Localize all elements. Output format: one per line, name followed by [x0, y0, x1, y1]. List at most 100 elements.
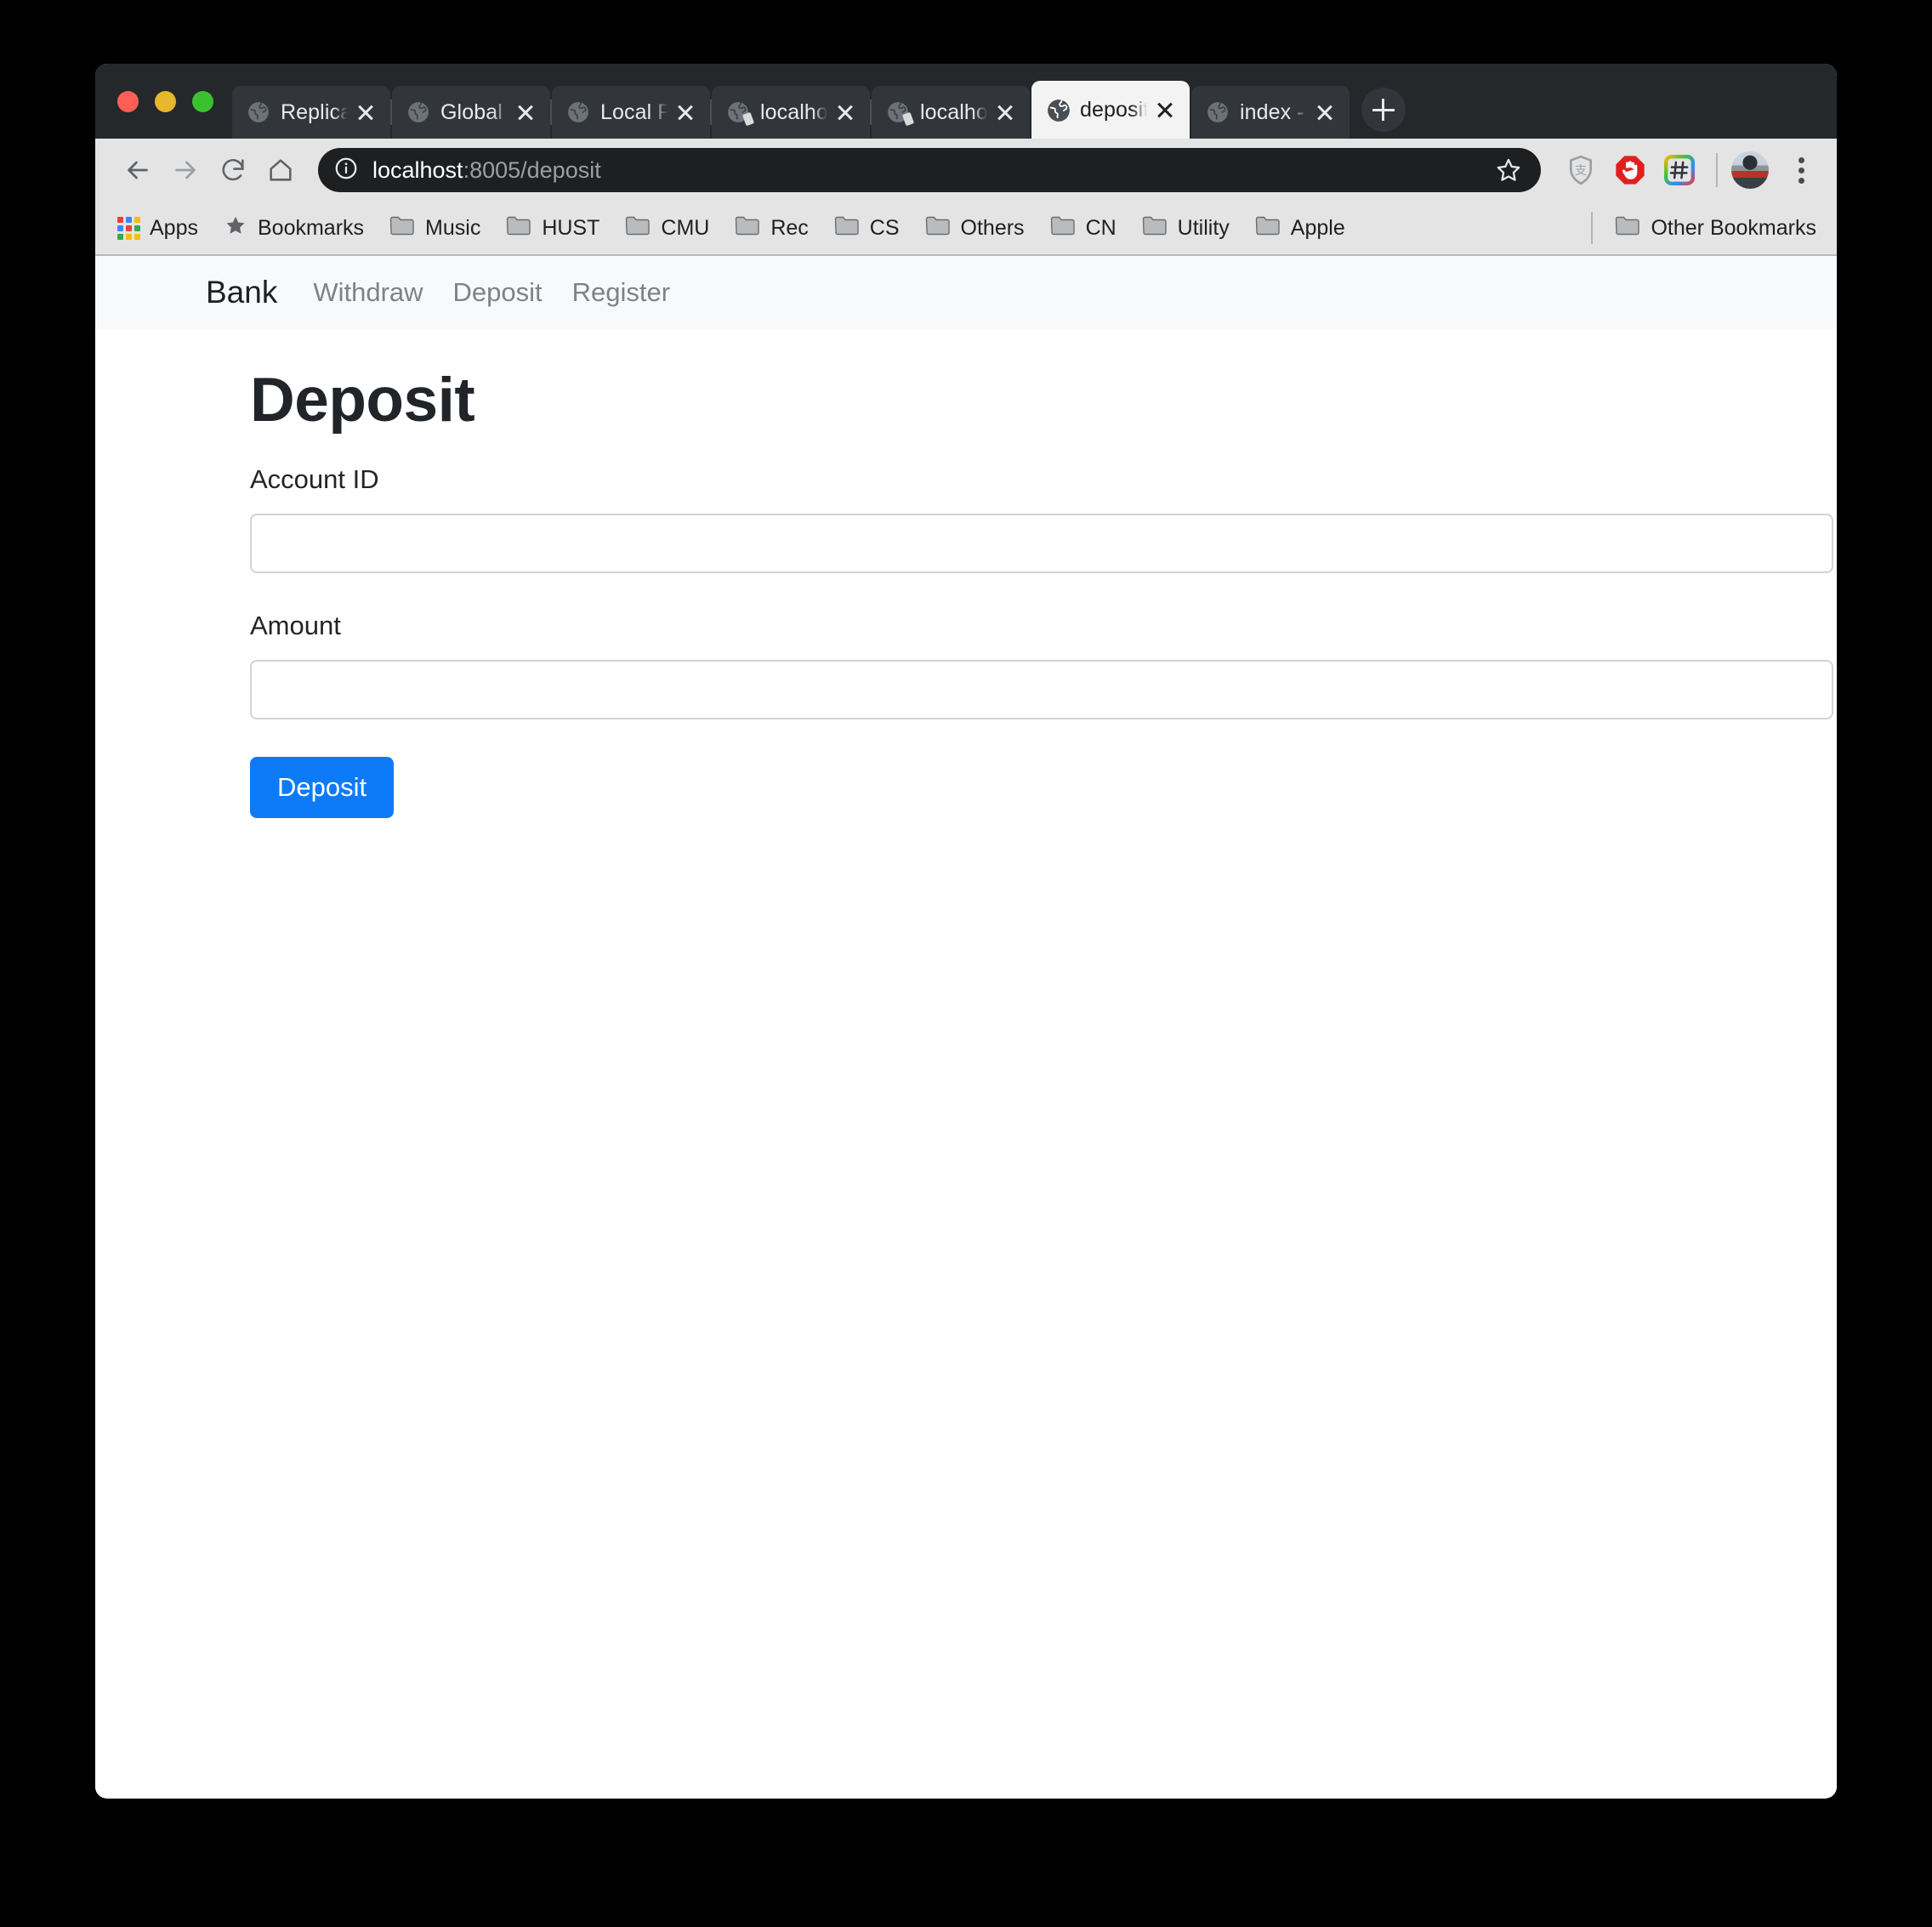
close-tab-button[interactable]	[353, 99, 378, 125]
folder-icon	[1615, 214, 1640, 242]
close-tab-button[interactable]	[1152, 97, 1178, 122]
close-window-button[interactable]	[117, 90, 139, 112]
bookmark-bookmarks[interactable]: Bookmarks	[224, 213, 364, 243]
other-bookmarks-button[interactable]: Other Bookmarks	[1615, 214, 1816, 242]
bookmark-label: HUST	[542, 215, 600, 240]
tab-title: Replication	[281, 99, 348, 124]
tab-title: localhost:8	[760, 99, 827, 124]
bookmark-others[interactable]: Others	[925, 214, 1025, 242]
bookmark-rec[interactable]: Rec	[735, 214, 809, 242]
browser-tab[interactable]: Replication	[232, 86, 390, 139]
tab-list: Replication Global Fault Local Fault	[232, 64, 1837, 139]
tab-title: index - ban	[1240, 99, 1307, 124]
bookmark-label: Rec	[770, 215, 809, 240]
minimize-window-button[interactable]	[155, 90, 176, 112]
toolbar-divider	[1716, 153, 1718, 187]
alipay-shield-icon[interactable]: 支	[1561, 151, 1600, 190]
browser-tab[interactable]: localhost:8	[870, 86, 1030, 139]
bookmark-utility[interactable]: Utility	[1142, 214, 1230, 242]
brand-link[interactable]: Bank	[206, 275, 277, 310]
tab-separator	[390, 99, 392, 125]
apps-grid-icon	[117, 217, 140, 240]
folder-icon	[1255, 214, 1281, 242]
new-tab-button[interactable]	[1361, 88, 1406, 132]
bookmark-apps[interactable]: Apps	[117, 216, 198, 241]
nav-link-register[interactable]: Register	[572, 277, 670, 308]
account-id-label: Account ID	[250, 464, 379, 494]
bookmark-music[interactable]: Music	[389, 214, 480, 242]
other-bookmarks-group: Other Bookmarks	[1591, 212, 1816, 244]
favicon-badge	[901, 111, 915, 127]
bookmark-cn[interactable]: CN	[1050, 214, 1117, 242]
browser-window: Replication Global Fault Local Fault	[95, 64, 1837, 1799]
bookmark-label: CN	[1085, 215, 1117, 240]
folder-icon	[735, 214, 760, 242]
page-content: Deposit Account ID Amount Deposit	[95, 329, 1837, 818]
adblock-stop-hand-icon[interactable]	[1611, 151, 1650, 190]
tab-title: deposit - b	[1080, 97, 1147, 122]
bookmark-label: CMU	[661, 215, 710, 240]
address-bar[interactable]: localhost:8005/deposit	[318, 148, 1541, 192]
bookmark-label: Utility	[1177, 215, 1230, 240]
star-icon[interactable]	[1492, 153, 1526, 187]
maximize-window-button[interactable]	[192, 90, 213, 112]
globe-icon	[407, 101, 429, 123]
url-text: localhost:8005/deposit	[372, 157, 601, 184]
window-controls	[95, 64, 232, 139]
avatar[interactable]	[1731, 151, 1769, 189]
globe-icon	[887, 101, 915, 127]
deposit-submit-button[interactable]: Deposit	[250, 757, 395, 818]
url-host: localhost	[372, 156, 463, 183]
tab-separator	[870, 99, 872, 125]
globe-icon	[1047, 99, 1070, 122]
page-title: Deposit	[250, 366, 475, 435]
amount-input[interactable]	[250, 660, 1833, 719]
browser-tab[interactable]: Local Fault	[550, 86, 710, 139]
folder-icon	[1142, 214, 1168, 242]
page-viewport: Bank Withdraw Deposit Register Deposit A…	[95, 256, 1837, 1797]
close-tab-button[interactable]	[513, 99, 538, 125]
bookmark-hust[interactable]: HUST	[506, 214, 599, 242]
nav-link-withdraw[interactable]: Withdraw	[313, 277, 423, 308]
tab-separator	[550, 99, 552, 125]
close-tab-button[interactable]	[673, 99, 698, 125]
folder-icon	[834, 214, 860, 242]
bookmarks-bar: Apps Bookmarks Music HUST CMU Rec CS Oth…	[95, 202, 1837, 256]
bookmark-label: Others	[960, 215, 1025, 240]
bookmark-apple[interactable]: Apple	[1255, 214, 1345, 242]
reload-icon[interactable]	[209, 146, 257, 194]
folder-icon	[625, 214, 651, 242]
folder-icon	[389, 214, 415, 242]
bookmarks-divider	[1591, 212, 1594, 244]
nav-link-deposit[interactable]: Deposit	[453, 277, 543, 308]
tab-title: localhost:8	[920, 99, 987, 124]
browser-tab-active[interactable]: deposit - b	[1031, 81, 1190, 139]
svg-text:支: 支	[1575, 164, 1587, 178]
url-path: :8005/deposit	[463, 156, 601, 183]
browser-tab[interactable]: Global Fault	[390, 86, 550, 139]
hash-square-icon[interactable]	[1660, 151, 1699, 190]
bookmark-cs[interactable]: CS	[834, 214, 900, 242]
globe-icon	[727, 101, 755, 127]
back-arrow-icon[interactable]	[114, 146, 162, 194]
amount-label: Amount	[250, 611, 341, 640]
info-circle-icon[interactable]	[333, 156, 359, 185]
bookmark-label: Apple	[1290, 215, 1345, 240]
three-dot-menu-icon[interactable]	[1784, 156, 1818, 184]
close-tab-button[interactable]	[1312, 99, 1338, 125]
tab-title: Local Fault	[600, 99, 668, 124]
home-icon[interactable]	[257, 146, 304, 194]
bookmark-label: Music	[425, 215, 481, 240]
other-bookmarks-label: Other Bookmarks	[1651, 215, 1816, 240]
close-tab-button[interactable]	[992, 99, 1018, 125]
globe-icon	[567, 101, 589, 123]
forward-arrow-icon[interactable]	[162, 146, 209, 194]
close-tab-button[interactable]	[832, 99, 858, 125]
account-id-input[interactable]	[250, 514, 1833, 573]
site-navbar: Bank Withdraw Deposit Register	[95, 256, 1837, 329]
globe-icon	[1207, 101, 1229, 123]
bookmark-cmu[interactable]: CMU	[625, 214, 709, 242]
browser-tab[interactable]: index - ban	[1191, 86, 1350, 139]
bookmark-label: CS	[869, 215, 900, 240]
browser-tab[interactable]: localhost:8	[710, 86, 870, 139]
